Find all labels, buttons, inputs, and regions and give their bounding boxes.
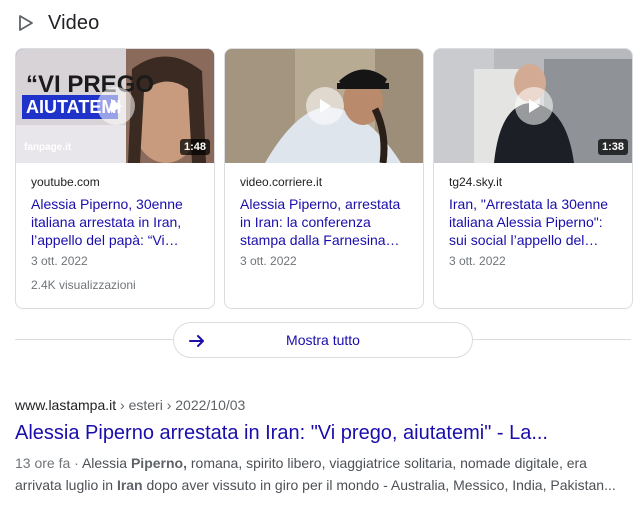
video-thumbnail[interactable] [225,49,423,163]
snippet-highlight: Piperno, [130,455,187,471]
show-all-label: Mostra tutto [286,332,360,348]
result-domain: www.lastampa.it [15,397,117,413]
snippet-text: Alessia [81,455,131,471]
video-date: 3 ott. 2022 [449,254,506,268]
play-icon [97,87,135,125]
video-card[interactable]: 1:38 tg24.sky.it Iran, "Arrestata la 30e… [433,48,633,309]
result-age: 13 ore fa [15,455,71,471]
video-carousel: “VI PREGO AIUTATEMI fanpage.it 1:48 yout… [15,48,633,309]
play-icon [515,87,553,125]
video-title-link[interactable]: Alessia Piperno, 30enne italiana arresta… [31,195,199,249]
video-date: 3 ott. 2022 [31,254,88,268]
section-title: Video [48,11,100,34]
arrow-right-icon [188,332,206,350]
play-outline-icon [16,13,36,33]
snippet-highlight: Iran [116,477,143,493]
show-all-button[interactable]: Mostra tutto [173,322,473,358]
play-icon [306,87,344,125]
video-thumbnail[interactable]: 1:38 [434,49,632,163]
video-title-link[interactable]: Alessia Piperno, arrestata in Iran: la c… [240,195,408,249]
video-date: 3 ott. 2022 [240,254,297,268]
result-title-link[interactable]: Alessia Piperno arrestata in Iran: "Vi p… [15,420,633,446]
video-source: video.corriere.it [240,175,323,189]
video-card[interactable]: “VI PREGO AIUTATEMI fanpage.it 1:48 yout… [15,48,215,309]
snippet-separator: · [70,455,82,471]
result-snippet: 13 ore fa · Alessia Piperno, romana, spi… [15,452,627,496]
snippet-text: dopo aver vissuto in giro per il mondo -… [142,477,616,493]
fanpage-logo: fanpage.it [24,142,72,153]
search-result: www.lastampa.it › esteri › 2022/10/03 Al… [15,395,633,496]
video-section-header: Video [16,10,99,36]
thumbnail-caption: “VI PREGO [26,71,155,98]
result-breadcrumb[interactable]: www.lastampa.it › esteri › 2022/10/03 [15,395,633,415]
result-path: › esteri › 2022/10/03 [116,397,246,413]
video-card[interactable]: video.corriere.it Alessia Piperno, arres… [224,48,424,309]
video-title-link[interactable]: Iran, "Arrestata la 30enne italiana Ales… [449,195,617,249]
video-thumbnail[interactable]: “VI PREGO AIUTATEMI fanpage.it 1:48 [16,49,214,163]
video-views: 2.4K visualizzazioni [31,278,136,292]
duration-badge: 1:48 [179,139,210,155]
video-source: youtube.com [31,175,100,189]
duration-badge: 1:38 [597,139,628,155]
video-source: tg24.sky.it [449,175,503,189]
